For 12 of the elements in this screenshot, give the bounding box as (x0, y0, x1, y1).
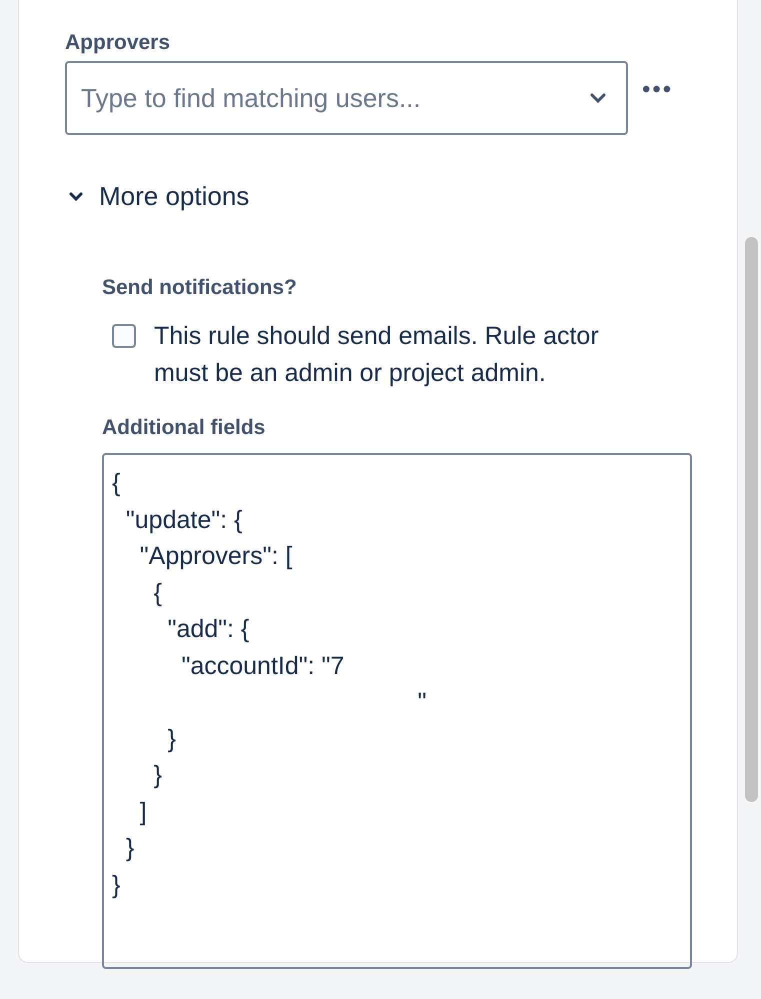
approvers-select[interactable]: Type to find matching users... (65, 61, 628, 135)
checkbox[interactable] (112, 324, 136, 348)
search-input[interactable]: Type to find matching users... (81, 78, 590, 118)
code-field[interactable]: { "update": { "Approvers": [ { "add": { "accountId": "7 " } } ] } } (102, 453, 692, 969)
field-label: Additional fields (102, 414, 266, 440)
field-label: Send notifications? (102, 275, 298, 301)
scrollbar[interactable] (745, 237, 758, 802)
field-label: Approvers (65, 30, 172, 56)
more-button[interactable]: ••• (642, 72, 674, 108)
chevron-down-icon (590, 93, 606, 103)
more-options-toggle[interactable]: More options (69, 177, 250, 216)
checkbox-label: This rule should send emails. Rule actor must be an admin or project admin. (154, 320, 600, 388)
